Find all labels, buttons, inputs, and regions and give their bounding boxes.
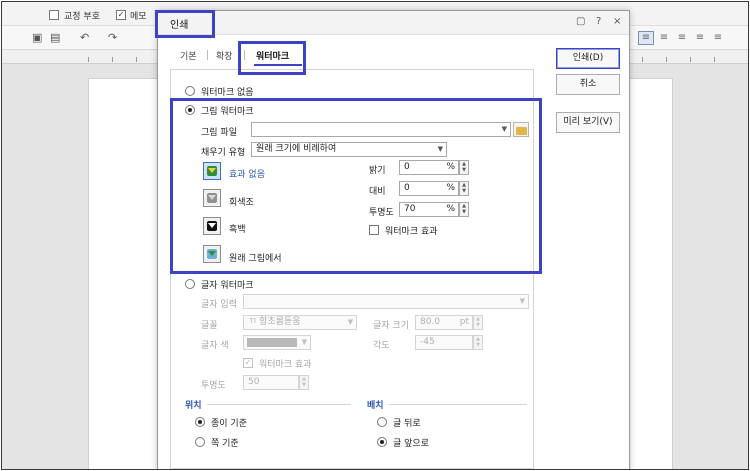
help-chat-icon[interactable]: ▢	[576, 16, 585, 28]
align-justify-icon[interactable]: ≡	[638, 31, 654, 45]
no-watermark-radio[interactable]	[185, 86, 195, 96]
chevron-down-icon: ▼	[347, 318, 353, 326]
behind-text-label: 글 뒤로	[393, 419, 421, 429]
position-divider	[207, 404, 351, 405]
printer-icon[interactable]: ▣	[32, 32, 42, 43]
text-size-stepper[interactable]: ▲ ▼	[473, 315, 483, 330]
behind-text-radio[interactable]	[377, 417, 387, 427]
text-color-label: 글자 색	[201, 341, 229, 351]
question-icon[interactable]: ?	[596, 16, 601, 28]
text-input-select[interactable]: ▼	[243, 294, 529, 309]
text-size-label: 글자 크기	[373, 321, 409, 331]
align-center-icon[interactable]: ≡	[674, 31, 690, 45]
font-label: 글꼴	[201, 321, 218, 331]
memo-label: 메모	[130, 12, 147, 22]
align-right-icon[interactable]: ≡	[692, 31, 708, 45]
tab-basic[interactable]: 기본	[180, 49, 197, 62]
text-input-label: 글자 입력	[201, 300, 237, 310]
highlight-dialog-title	[155, 10, 215, 38]
text-transparency-stepper[interactable]: ▲ ▼	[299, 375, 309, 390]
correction-mark-checkbox[interactable]	[49, 10, 59, 20]
close-icon[interactable]: ×	[613, 16, 621, 28]
angle-stepper[interactable]: ▲ ▼	[473, 335, 483, 350]
align-left-icon[interactable]: ≡	[656, 31, 672, 45]
screenshot-frame: 교정 부호 ✓ 메모 ▣ ▤ ↶ ↷ ≡ ≡ ≡ ≡ ≡ 인쇄 ▢ ? × 기본	[1, 1, 749, 470]
text-color-select[interactable]: ▼	[243, 335, 311, 350]
arrangement-section-title: 배치	[367, 401, 384, 411]
in-front-of-text-radio[interactable]	[377, 437, 387, 447]
correction-mark-label: 교정 부호	[64, 12, 100, 22]
text-transparency-input[interactable]: 50	[243, 375, 299, 390]
text-watermark-effect-label: 워터마크 효과	[259, 360, 312, 370]
color-swatch	[247, 338, 297, 347]
print-button[interactable]: 인쇄(D)	[556, 48, 620, 69]
preview-button[interactable]: 미리 보기(V)	[556, 112, 620, 133]
text-watermark-label: 글자 워터마크	[201, 281, 254, 291]
align-distribute-icon[interactable]: ≡	[710, 31, 726, 45]
position-section-title: 위치	[185, 401, 202, 411]
paper-based-label: 종이 기준	[211, 419, 247, 429]
dialog-title-bar: 인쇄 ▢ ? ×	[158, 11, 629, 35]
highlight-image-watermark-section	[170, 98, 542, 274]
tab-extended[interactable]: 확장	[216, 49, 233, 62]
text-watermark-effect-checkbox[interactable]: ✓	[243, 358, 253, 368]
chevron-down-icon: ▼	[301, 338, 307, 346]
memo-checkbox[interactable]: ✓	[116, 10, 126, 20]
angle-label: 각도	[373, 341, 390, 351]
in-front-of-text-label: 글 앞으로	[393, 439, 429, 449]
arrangement-divider	[389, 404, 527, 405]
font-select[interactable]: ㄲ 함초롬돋움 ▼	[243, 315, 357, 330]
font-type-icon: ㄲ	[248, 317, 257, 327]
page-based-radio[interactable]	[195, 437, 205, 447]
text-watermark-radio[interactable]	[185, 279, 195, 289]
highlight-watermark-tab	[238, 41, 306, 75]
chevron-down-icon: ▼	[519, 297, 525, 305]
print-preview-icon[interactable]: ▤	[50, 32, 60, 43]
angle-input[interactable]: -45	[415, 335, 473, 350]
undo-icon[interactable]: ↶	[80, 32, 89, 43]
no-watermark-label: 워터마크 없음	[201, 88, 254, 98]
page-based-label: 쪽 기준	[211, 439, 239, 449]
redo-icon[interactable]: ↷	[108, 32, 117, 43]
cancel-button[interactable]: 취소	[556, 74, 620, 95]
text-transparency-label: 투명도	[201, 381, 226, 391]
paper-based-radio[interactable]	[195, 417, 205, 427]
text-size-input[interactable]: 80.0 pt	[415, 315, 473, 330]
